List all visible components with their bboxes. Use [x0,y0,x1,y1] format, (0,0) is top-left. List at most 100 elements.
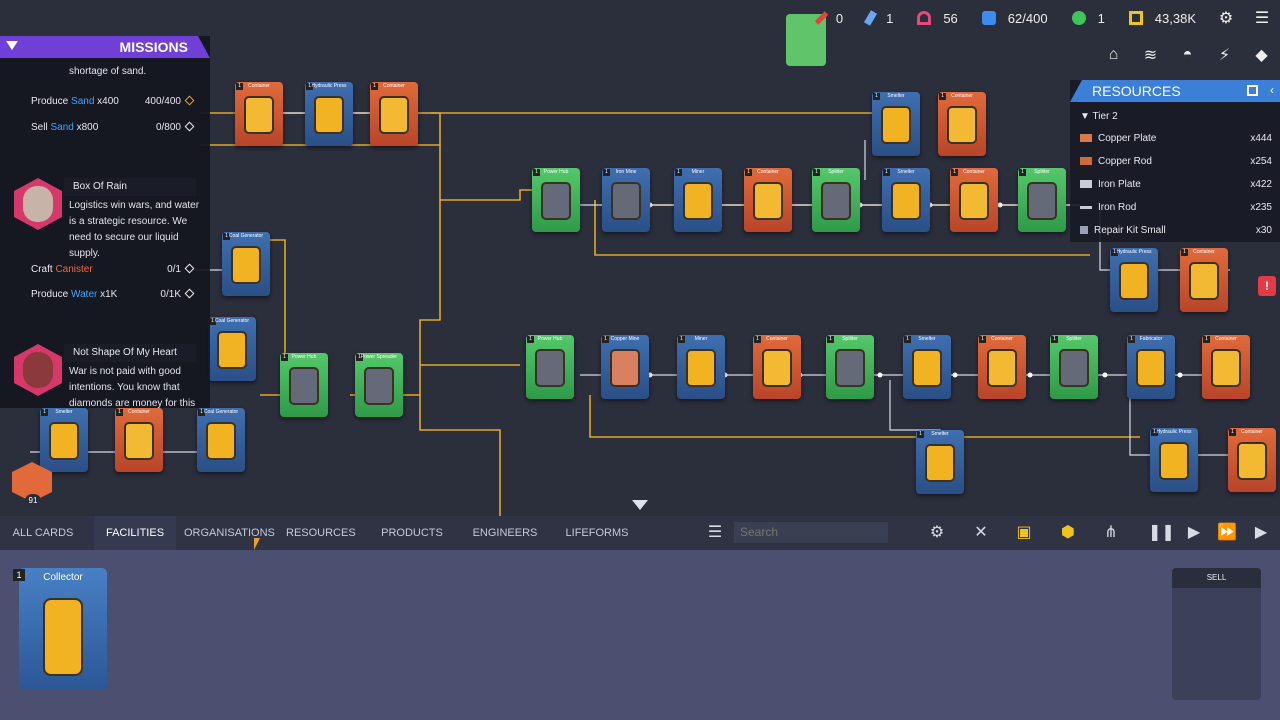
machine-art [1237,442,1267,480]
facility-card[interactable]: 1 Container [950,168,998,232]
facility-card[interactable]: 1 Miner [674,168,722,232]
facility-card[interactable]: 1 Power Hub [526,335,574,399]
machine-art [762,349,792,387]
machine-art [364,367,394,405]
pause-icon[interactable]: ❚❚ [1148,520,1175,546]
facility-card[interactable]: 1 Container [235,82,283,146]
facility-card[interactable]: 1 Container [753,335,801,399]
card-label: Splitter [1066,336,1082,342]
tools-icon[interactable]: ✕ [968,520,994,546]
mission-description: Logistics win wars, and water is a strat… [69,200,200,259]
gear-filter-icon[interactable]: ⚙ [924,520,950,546]
tab-all-cards[interactable]: ALL CARDS [8,516,78,550]
card-label: Miner [694,336,708,342]
facility-card[interactable]: 1 Coal Generator [222,232,270,296]
fast-forward-icon[interactable]: ⏩ [1214,520,1240,546]
facility-card[interactable]: 1 Miner [677,335,725,399]
machine-art [686,349,716,387]
facility-card[interactable]: 1 Coal Generator [197,408,245,472]
resource-item[interactable]: Copper Rod x254 [1080,156,1272,167]
diamond-icon[interactable]: ◆ [1243,40,1280,70]
tab-engineers[interactable]: ENGINEERS [472,516,538,550]
facility-card[interactable]: 1 Container [370,82,418,146]
power-bolt-icon[interactable]: ⚡ [1206,40,1243,70]
facility-card[interactable]: 1 Splitter [1050,335,1098,399]
machine-art [289,367,319,405]
facility-card[interactable]: 1 Splitter [1018,168,1066,232]
iron-plate-icon [1080,180,1092,189]
card-label: Power Hub [543,169,569,175]
menu-icon[interactable]: ☰ [1244,0,1280,36]
tab-products[interactable]: PRODUCTS [380,516,444,550]
facility-card[interactable]: 1 Container [1228,428,1276,492]
facility-card[interactable]: 1 Power Spreader [355,353,403,417]
facility-card[interactable]: 1 Smelter [916,430,964,494]
resource-item[interactable]: Copper Plate x444 [1080,133,1272,144]
machine-art [49,422,79,460]
popout-icon[interactable] [1247,85,1258,96]
facility-card[interactable]: 1 Smelter [903,335,951,399]
network-filter-icon[interactable]: ⋔ [1098,520,1124,546]
facility-card[interactable]: 1 Iron Mine [602,168,650,232]
tab-facilities[interactable]: FACILITIES [94,516,176,550]
mission-portrait [14,178,62,230]
layers-icon[interactable]: ≋ [1132,40,1169,70]
machine-art [1189,262,1219,300]
play-icon[interactable]: ▶ [1181,520,1207,546]
facility-card[interactable]: 1 Fabricator [1127,335,1175,399]
facility-card[interactable]: 1 Smelter [882,168,930,232]
money-stat: 43,38K [1117,0,1208,36]
money-filter-icon[interactable]: ▣ [1011,520,1037,546]
collector-card[interactable]: 1 Collector [13,568,107,690]
iron-rod-icon [1080,205,1092,209]
machine-art [959,182,989,220]
collapse-icon[interactable] [6,41,18,50]
facility-card[interactable]: 1 Container [115,408,163,472]
warning-icon[interactable]: ! [1258,276,1276,296]
facility-card[interactable]: 1 Container [938,92,986,156]
card-label: Splitter [842,336,858,342]
mission-intro-text: shortage of sand. [69,66,147,77]
machine-art [891,182,921,220]
collapse-arrow-icon[interactable]: ‹ [1270,83,1274,97]
facility-card[interactable]: 1 Container [1202,335,1250,399]
facility-card[interactable]: 1 Splitter [826,335,874,399]
sell-drop-zone[interactable]: SELL [1172,568,1261,700]
resource-item[interactable]: Repair Kit Small x30 [1080,225,1272,236]
machine-art [1119,262,1149,300]
settings-gear-icon[interactable]: ⚙ [1208,0,1244,36]
facility-card[interactable]: 1 Container [744,168,792,232]
dome-icon[interactable]: ◓ [1169,40,1206,70]
facility-card[interactable]: 1 Hydraulic Press [305,82,353,146]
resource-item[interactable]: Iron Rod x235 [1080,202,1272,213]
home-icon[interactable]: ⌂ [1095,40,1132,70]
cube-filter-icon[interactable]: ⬢ [1055,520,1081,546]
resource-item[interactable]: Iron Plate x422 [1080,179,1272,190]
collapse-tray-icon[interactable] [632,500,648,510]
engineer-stat: 1 [1060,0,1117,36]
skip-icon[interactable]: ▶ [1248,520,1274,546]
facility-card[interactable]: 1 Power Hub [280,353,328,417]
sort-filter-icon[interactable]: ☰ [702,520,728,546]
copper-plate-icon [1080,134,1092,143]
resource-group[interactable]: ▼ Tier 2 [1080,111,1272,122]
search-input[interactable] [734,522,888,543]
facility-card[interactable]: 1 Container [978,335,1026,399]
tab-resources[interactable]: RESOURCES [286,516,356,550]
facility-card[interactable]: 1 Coal Generator [208,317,256,381]
facility-card[interactable]: 1 Power Hub [532,168,580,232]
facility-card[interactable]: 1 Hydraulic Press [1110,248,1158,312]
facility-card[interactable]: 1 Smelter [40,408,88,472]
facility-card[interactable]: 1 Splitter [812,168,860,232]
facility-card[interactable]: 1 Smelter [872,92,920,156]
facility-card[interactable]: 1 Copper Mine [601,335,649,399]
facility-card[interactable]: 1 Container [1180,248,1228,312]
card-label: Iron Mine [615,169,637,175]
resources-header[interactable]: RESOURCES ‹ [1070,80,1280,102]
money-icon [1128,11,1143,25]
tab-lifeforms[interactable]: LIFEFORMS [564,516,630,550]
facility-card[interactable]: 1 Hydraulic Press [1150,428,1198,492]
missions-header[interactable]: MISSIONS [0,36,210,58]
machine-art [379,96,409,134]
machine-art [314,96,344,134]
